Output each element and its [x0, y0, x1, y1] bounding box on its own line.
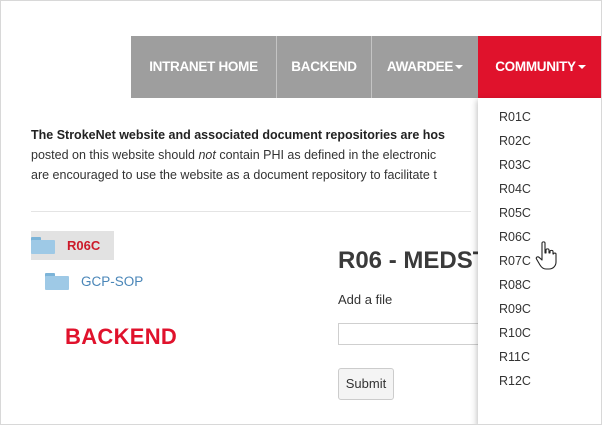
dropdown-item-r12c[interactable]: R12C	[499, 374, 531, 388]
notice-line2-post: contain PHI as defined in the electronic	[215, 148, 437, 162]
nav-label: COMMUNITY	[495, 59, 576, 74]
folder-item-r06c[interactable]: R06C	[31, 231, 115, 260]
submit-button[interactable]: Submit	[338, 368, 394, 400]
caret-down-icon	[577, 65, 586, 70]
screenshot-frame: INTRANET HOME BACKEND AWARDEE COMMUNITY …	[0, 0, 602, 425]
divider	[31, 211, 471, 212]
dropdown-item-r06c[interactable]: R06C	[499, 230, 531, 244]
dropdown-item-r05c[interactable]: R05C	[499, 206, 531, 220]
folder-label: R06C	[67, 238, 101, 253]
page-title: R06 - MEDSTA	[338, 247, 483, 274]
nav-intranet-home[interactable]: INTRANET HOME	[131, 36, 276, 98]
dropdown-item-r01c[interactable]: R01C	[499, 110, 531, 124]
notice-line2-em: not	[198, 148, 216, 162]
nav-label: INTRANET HOME	[149, 59, 258, 74]
folder-label: GCP-SOP	[81, 274, 144, 289]
hand-pointer-icon	[535, 241, 557, 270]
nav-community[interactable]: COMMUNITY	[478, 36, 601, 98]
top-navbar: INTRANET HOME BACKEND AWARDEE COMMUNITY	[131, 36, 601, 98]
dropdown-item-r09c[interactable]: R09C	[499, 302, 531, 316]
caret-down-icon	[455, 65, 464, 70]
folder-icon	[45, 273, 69, 290]
file-input[interactable]	[338, 323, 488, 345]
notice-text: The StrokeNet website and associated doc…	[31, 125, 471, 187]
dropdown-item-r10c[interactable]: R10C	[499, 326, 531, 340]
dropdown-item-r07c[interactable]: R07C	[499, 254, 531, 268]
notice-line1: The StrokeNet website and associated doc…	[31, 128, 446, 142]
notice-line2-pre: posted on this website should	[31, 148, 199, 162]
dropdown-item-r02c[interactable]: R02C	[499, 134, 531, 148]
nav-label: AWARDEE	[386, 59, 454, 74]
folder-item-gcp-sop[interactable]: GCP-SOP	[45, 273, 143, 290]
nav-label: BACKEND	[291, 59, 357, 74]
dropdown-item-r11c[interactable]: R11C	[499, 350, 530, 364]
folder-icon	[31, 237, 55, 254]
backend-annotation: BACKEND	[65, 324, 178, 349]
dropdown-item-r08c[interactable]: R08C	[499, 278, 531, 292]
dropdown-item-r03c[interactable]: R03C	[499, 158, 531, 172]
dropdown-item-r04c[interactable]: R04C	[499, 182, 531, 196]
nav-backend[interactable]: BACKEND	[276, 36, 371, 98]
nav-awardee[interactable]: AWARDEE	[371, 36, 478, 98]
notice-line3: are encouraged to use the website as a d…	[31, 168, 437, 182]
add-file-label: Add a file	[338, 292, 393, 307]
